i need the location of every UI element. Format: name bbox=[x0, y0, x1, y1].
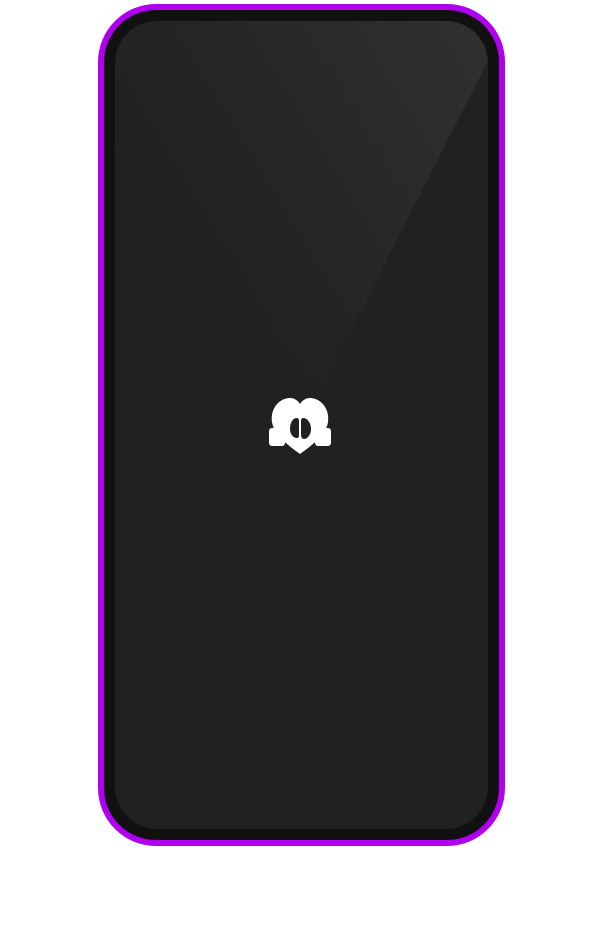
heart-logo-icon bbox=[269, 398, 331, 454]
phone-frame bbox=[98, 4, 505, 846]
splash-screen bbox=[115, 21, 488, 829]
phone-bezel bbox=[104, 10, 499, 840]
